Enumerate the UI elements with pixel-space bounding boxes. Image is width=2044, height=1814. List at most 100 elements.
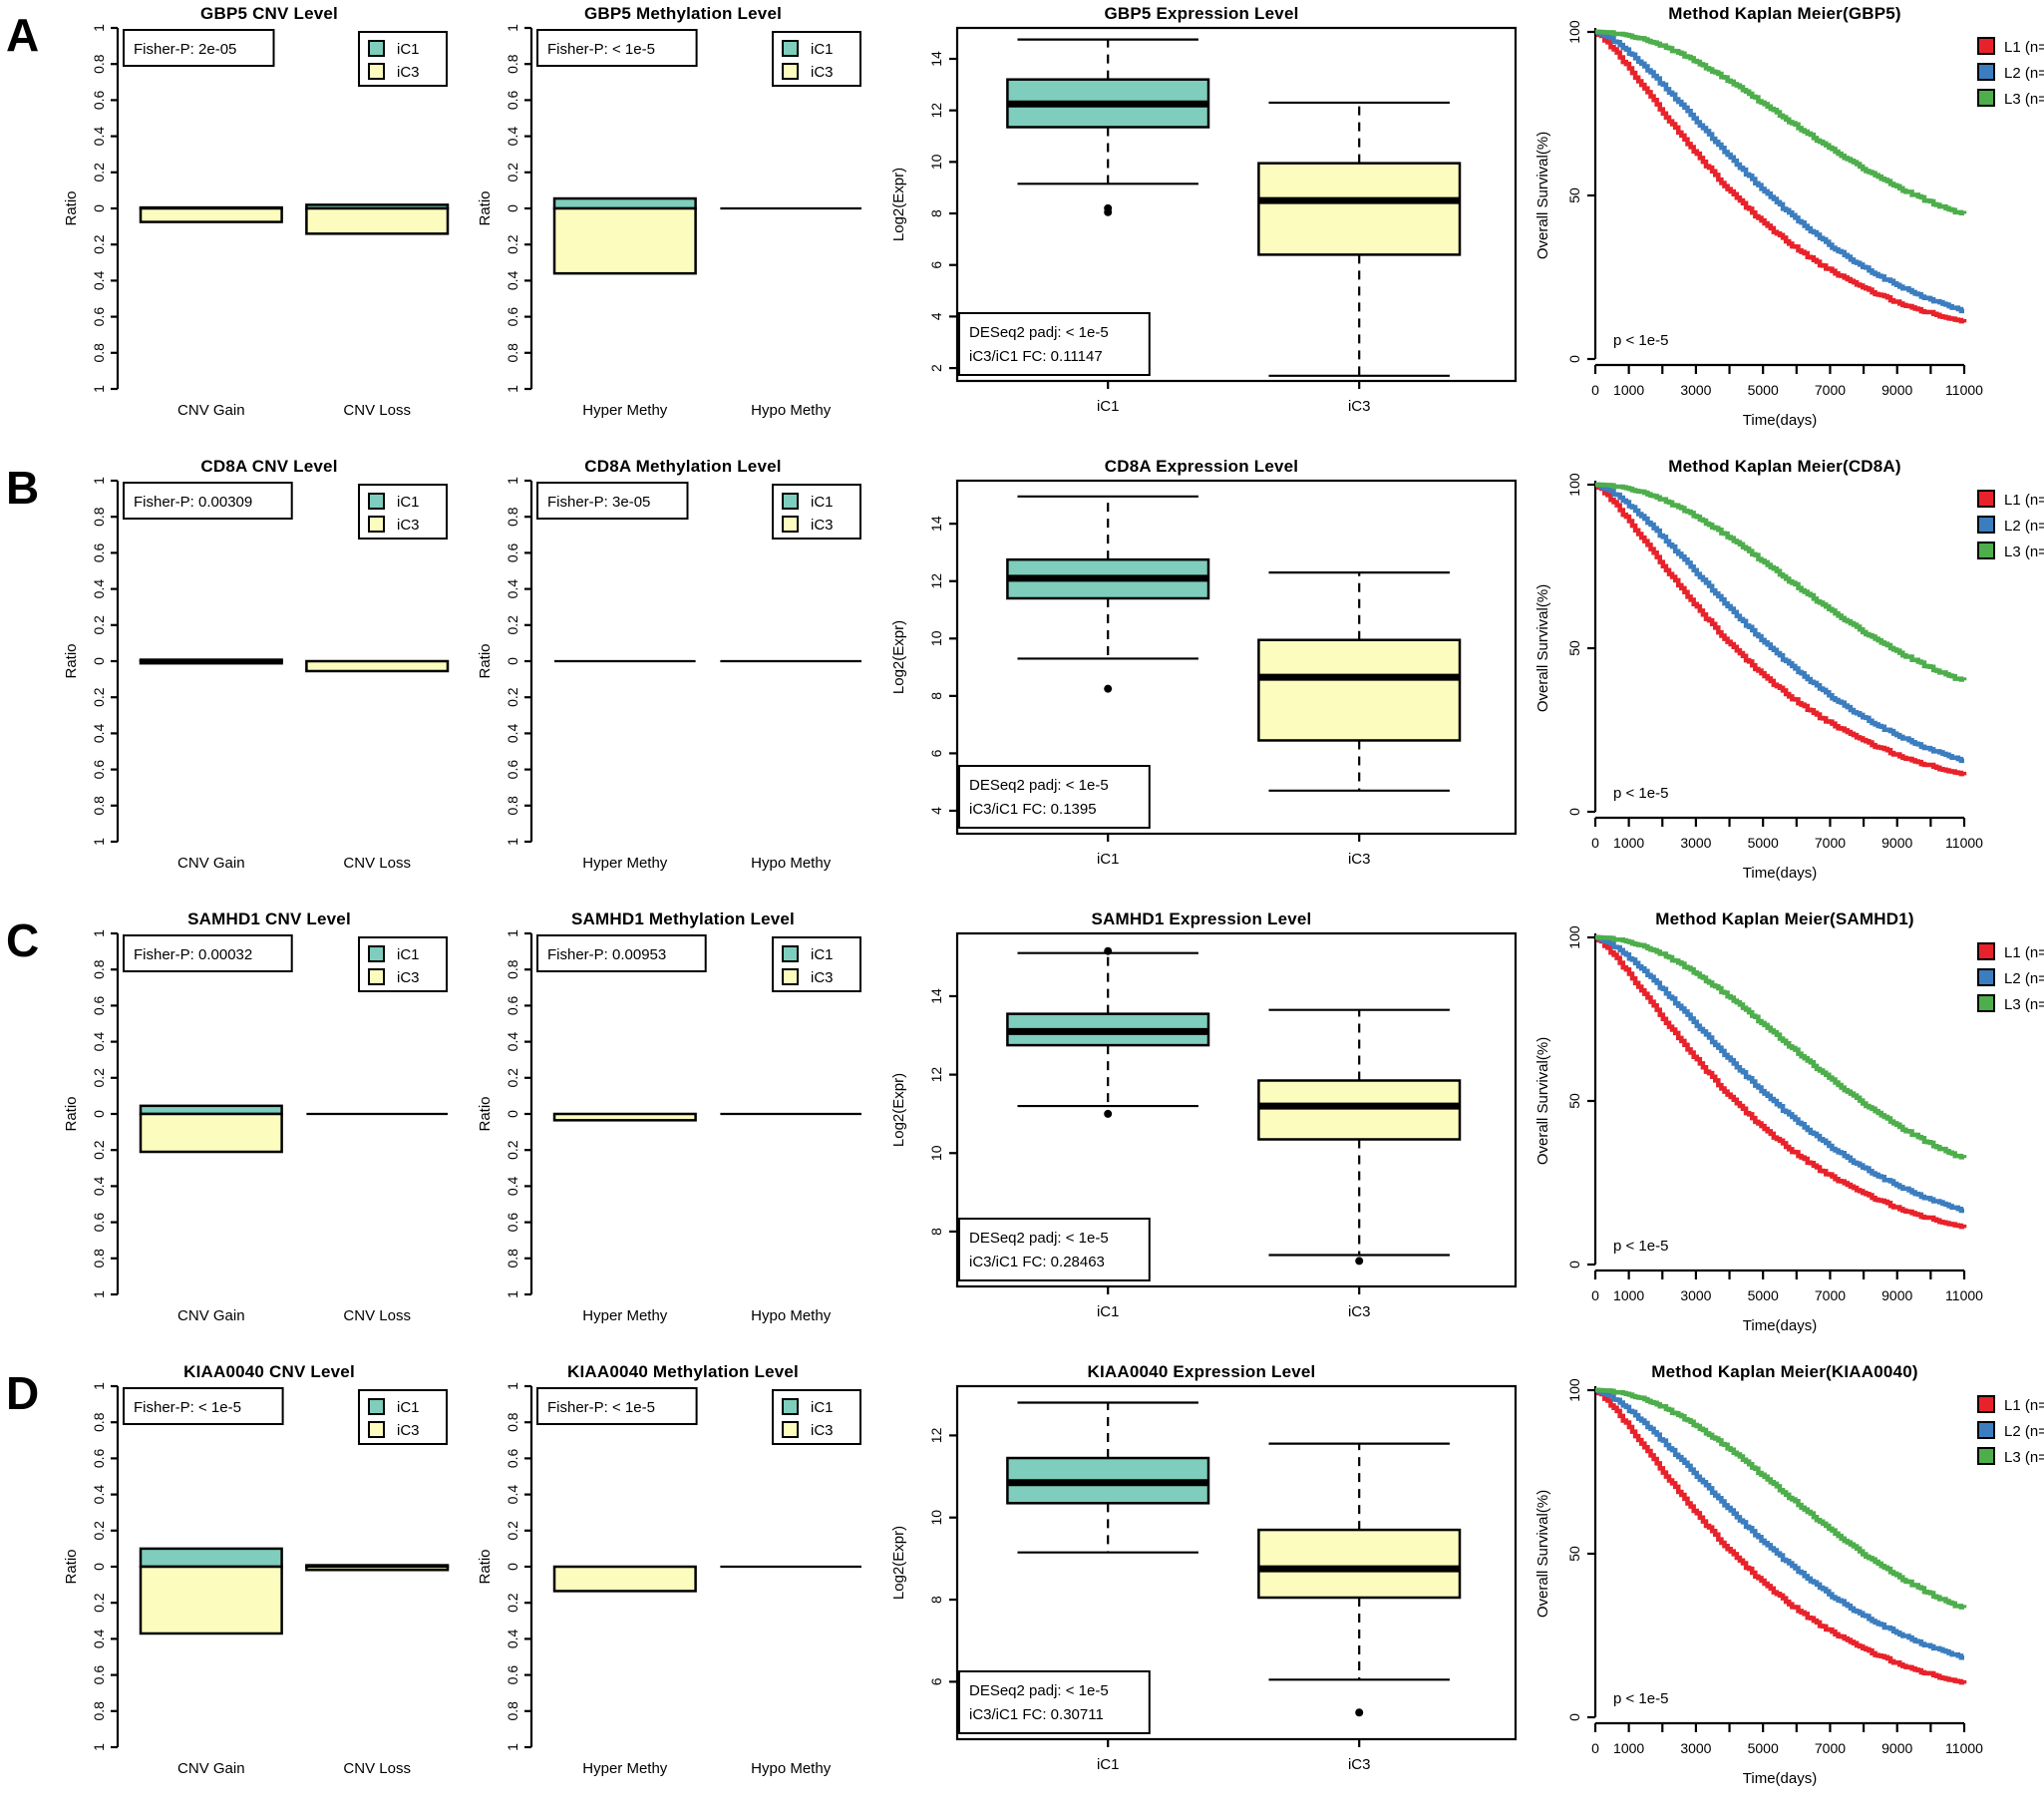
chart-text: 1 <box>505 385 520 393</box>
chart-text: Overall Survival(%) <box>1534 1037 1551 1165</box>
bar-ic1 <box>552 196 697 210</box>
km-svg-b: 100500Overall Survival(%)0 1000 3000 5000 70… <box>1534 473 2044 882</box>
chart-text: Ratio <box>477 190 494 225</box>
chart-text: 0.4 <box>91 579 107 599</box>
panel-row-b: B CD8A CNV Level 1 0.8 0.6 0.4 0.2 0 0.2 0.4 0.6… <box>0 453 2044 906</box>
chart-text: 1 <box>505 1382 520 1390</box>
chart-text: 0.4 <box>505 127 520 147</box>
chart-text: 0.8 <box>505 1701 520 1721</box>
chart-text: CNV Loss <box>343 1760 411 1777</box>
bar-ic3 <box>139 206 283 223</box>
expr-svg-a: 2 4 6 8 10 12 14 Log2(Expr) iC1 iC3 DESeq2 padj: <… <box>890 26 1518 415</box>
chart-text: Ratio <box>477 643 494 678</box>
chart-text: 5000 <box>1748 1287 1779 1303</box>
legend-swatch <box>1977 89 1995 107</box>
chart-text: L3 (n=151) <box>2004 996 2044 1013</box>
chart-text: Log2(Expr) <box>890 1073 907 1147</box>
chart-text: 0.8 <box>91 1701 107 1721</box>
km-curve-l2 <box>1595 482 1964 764</box>
chart-text: 8 <box>928 1596 944 1604</box>
cluster-legend: iC1iC3 <box>358 1389 448 1445</box>
chart-text: 0.6 <box>505 760 520 780</box>
box <box>1257 638 1462 742</box>
chart-text: Hypo Methy <box>751 402 832 419</box>
chart-text: 0.2 <box>505 615 520 635</box>
chart-text: iC3 <box>811 969 834 986</box>
chart-text: 0.6 <box>505 1213 520 1233</box>
chart-text: iC1 <box>811 1399 834 1416</box>
annotation-box <box>958 765 1151 829</box>
chart-text: 8 <box>928 1228 944 1236</box>
plot-area: 100500Overall Survival(%)0 1000 3000 5000 70… <box>1534 925 1983 1334</box>
legend-swatch <box>1977 37 1995 55</box>
chart-text: iC1 <box>397 946 420 963</box>
chart-text: iC3 <box>811 64 834 81</box>
legend-swatch <box>368 945 385 962</box>
chart-c-expr: SAMHD1 Expression Level 8 10 12 14 Log2(Expr… <box>877 906 1526 1358</box>
chart-text: 0.8 <box>91 959 107 979</box>
expr-svg-d: 6 8 10 12 Log2(Expr) iC1 iC3 DESeq2 padj: < 1e-… <box>890 1384 1518 1773</box>
chart-text: 0 <box>505 657 520 665</box>
chart-text: 0 <box>91 657 107 665</box>
chart-text: 10 <box>928 1145 944 1161</box>
chart-text: iC1 <box>811 494 834 511</box>
chart-text: 1 <box>91 1382 107 1390</box>
legend-swatch <box>368 63 385 80</box>
km-svg-c: 100500Overall Survival(%)0 1000 3000 5000 70… <box>1534 925 2044 1334</box>
chart-text: Hypo Methy <box>751 1307 832 1324</box>
chart-text: Ratio <box>477 1096 494 1131</box>
chart-title: CD8A CNV Level <box>200 457 338 476</box>
legend-swatch <box>1977 63 1995 81</box>
chart-text: 0.4 <box>505 1629 520 1648</box>
chart-text: 0 <box>91 1563 107 1571</box>
km-legend: L1 (n=151) L2 (n=151) L3 (n=151) <box>1977 490 2044 560</box>
chart-d-cnv: KIAA0040 CNV Level 1 0.8 0.6 0.4 0.2 0 0.2 0.4 0… <box>60 1358 479 1811</box>
chart-text: Ratio <box>63 643 80 678</box>
km-curve-l3 <box>1595 1387 1967 1610</box>
chart-text: 0 <box>1591 835 1599 851</box>
outlier <box>1355 1257 1364 1266</box>
chart-text: 0 <box>1591 1287 1599 1303</box>
chart-text: Fisher-P: < 1e-5 <box>134 1399 241 1416</box>
legend-swatch <box>782 40 799 57</box>
chart-text: Ratio <box>63 190 80 225</box>
chart-text: 0.2 <box>91 1521 107 1541</box>
chart-text: 3000 <box>1680 1287 1711 1303</box>
chart-text: Overall Survival(%) <box>1534 1490 1551 1618</box>
outlier <box>1104 203 1113 212</box>
cluster-legend: iC1iC3 <box>772 936 861 992</box>
chart-text: 12 <box>928 573 944 589</box>
chart-text: 0.2 <box>505 1068 520 1088</box>
bar-ic3 <box>552 1565 697 1593</box>
chart-text: 11000 <box>1945 835 1983 851</box>
chart-text: p < 1e-5 <box>1613 1690 1668 1707</box>
bar-ic3 <box>305 659 450 673</box>
chart-text: iC3/iC1 FC: 0.11147 <box>969 348 1103 365</box>
chart-text: L3 (n=151) <box>2004 91 2044 108</box>
chart-text: 0.2 <box>91 1068 107 1088</box>
chart-b-methy: CD8A Methylation Level 1 0.8 0.6 0.4 0.2 0 0.2… <box>474 453 892 906</box>
chart-text: 9000 <box>1881 1287 1912 1303</box>
chart-text: 0.2 <box>91 1140 107 1160</box>
chart-text: 1 <box>505 838 520 846</box>
km-legend: L1 (n=151) L2 (n=151) L3 (n=151) <box>1977 942 2044 1013</box>
chart-b-cnv: CD8A CNV Level 1 0.8 0.6 0.4 0.2 0 0.2 0.4 0.6 0.… <box>60 453 479 906</box>
outlier <box>1355 1708 1364 1717</box>
chart-text: p < 1e-5 <box>1613 332 1668 349</box>
chart-title: KIAA0040 Methylation Level <box>567 1362 799 1381</box>
chart-text: 0.4 <box>91 127 107 147</box>
chart-text: 1 <box>505 929 520 937</box>
chart-text: 0.2 <box>505 163 520 182</box>
chart-text: 0.2 <box>91 234 107 254</box>
chart-d-expr: KIAA0040 Expression Level 6 8 10 12 Log2(Exp… <box>877 1358 1526 1811</box>
chart-b-km: Method Kaplan Meier(CD8A) 100 50 0 Overall … <box>1526 453 2044 906</box>
legend-swatch <box>782 945 799 962</box>
outlier <box>1104 684 1113 693</box>
plot-area: 2 4 6 8 10 12 14 Log2(Expr) iC1 iC3 DESeq2 padj: <… <box>890 26 1518 415</box>
panel-letter-b: B <box>6 462 40 514</box>
chart-text: 0.8 <box>91 343 107 363</box>
chart-d-methy: KIAA0040 Methylation Level 1 0.8 0.6 0.4 0.2… <box>474 1358 892 1811</box>
chart-text: 1 <box>505 24 520 32</box>
chart-text: 0 <box>1591 1740 1599 1756</box>
chart-text: 3000 <box>1680 1740 1711 1756</box>
